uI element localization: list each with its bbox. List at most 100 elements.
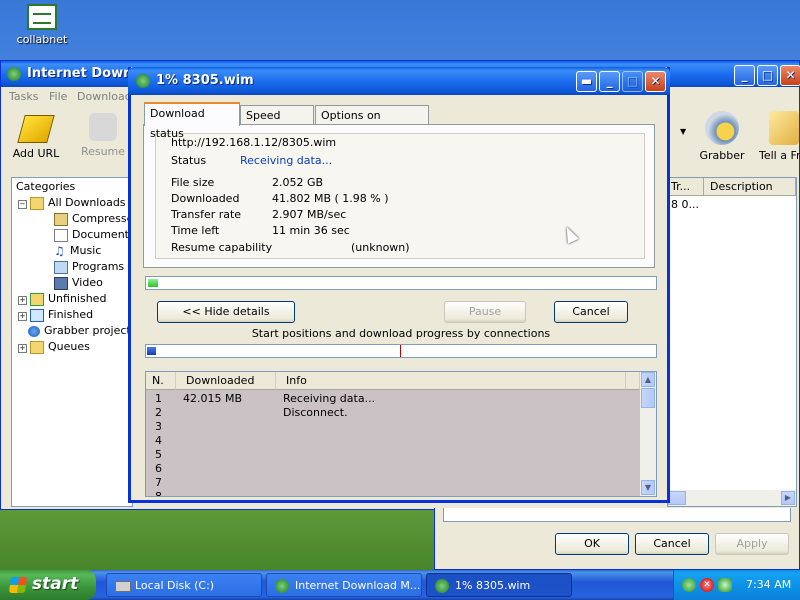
program-icon: [54, 260, 68, 274]
resume-icon: [89, 113, 117, 141]
table-row[interactable]: 5: [146, 448, 640, 462]
table-row[interactable]: 1 42.015 MB Receiving data...: [146, 392, 640, 406]
status-label: Status: [171, 154, 207, 167]
start-button[interactable]: start: [0, 570, 96, 600]
categories-tree: Categories − All Downloads Compresse Docu…: [11, 177, 135, 507]
column-header-tr[interactable]: Tr...: [668, 178, 704, 196]
pause-button[interactable]: Pause: [444, 301, 526, 323]
vscroll-thumb[interactable]: [641, 388, 655, 408]
grabber-button[interactable]: Grabber: [692, 107, 752, 162]
taskbar-item-download-8305[interactable]: 1% 8305.wim: [426, 573, 572, 597]
options-cancel-button[interactable]: Cancel: [635, 533, 709, 555]
tree-item-finished[interactable]: + Finished: [18, 308, 93, 324]
tree-item-programs[interactable]: Programs: [54, 260, 124, 276]
finished-check-icon: [30, 308, 44, 322]
transfer-rate-label: Transfer rate: [171, 208, 242, 221]
dialog-close-button[interactable]: ✕: [645, 71, 666, 92]
table-row[interactable]: 3: [146, 420, 640, 434]
dialog-maximize-button: □: [622, 71, 643, 92]
network-tray-icon[interactable]: [682, 578, 696, 592]
main-close-button[interactable]: ✕: [780, 65, 800, 86]
add-url-button[interactable]: Add URL: [6, 107, 66, 160]
idm-app-icon: [7, 67, 21, 81]
expand-icon[interactable]: +: [18, 296, 27, 305]
tell-a-friend-button[interactable]: Tell a Fri: [753, 107, 800, 162]
resume-button[interactable]: Resume: [73, 107, 133, 158]
dialog-minimize-button[interactable]: _: [599, 71, 620, 92]
tree-item-music[interactable]: ♫ Music: [54, 244, 101, 260]
tab-options-on-completion[interactable]: Options on completion: [315, 105, 429, 142]
windows-logo-icon: [8, 577, 28, 593]
security-alert-tray-icon[interactable]: ✕: [700, 578, 714, 592]
time-left-label: Time left: [171, 224, 220, 237]
connections-progress-bar: [145, 344, 657, 358]
table-row[interactable]: 7: [146, 476, 640, 490]
main-minimize-button[interactable]: _: [734, 65, 755, 86]
connections-vscrollbar[interactable]: ▲ ▼: [640, 372, 656, 496]
tree-item-unfinished[interactable]: + Unfinished: [18, 292, 106, 308]
table-row[interactable]: 6: [146, 462, 640, 476]
tab-download-status[interactable]: Download status: [144, 102, 240, 140]
tree-item-documents[interactable]: Documents: [54, 228, 135, 244]
column-header-info[interactable]: Info: [276, 372, 626, 390]
tree-item-grabber-projects[interactable]: Grabber project: [28, 324, 131, 340]
toolbar-dropdown-arrow-icon[interactable]: ▼: [680, 127, 686, 136]
ok-button[interactable]: OK: [555, 533, 629, 555]
desktop-icon-collabnet[interactable]: collabnet: [14, 4, 70, 46]
taskbar-item-local-disk[interactable]: Local Disk (C:): [106, 573, 262, 597]
cancel-button[interactable]: Cancel: [554, 301, 628, 323]
table-row[interactable]: 2 Disconnect.: [146, 406, 640, 420]
mouse-cursor-icon: [561, 224, 579, 244]
scroll-down-icon[interactable]: ▼: [641, 480, 655, 495]
connections-body: 1 42.015 MB Receiving data... 2 Disconnect.…: [146, 390, 640, 496]
apply-button[interactable]: Apply: [715, 533, 789, 555]
update-tray-icon[interactable]: [718, 578, 732, 592]
desktop-icon-label: collabnet: [16, 33, 68, 46]
idm-download-taskbar-icon: [435, 579, 449, 593]
menu-file[interactable]: File: [49, 90, 67, 103]
menu-tasks[interactable]: Tasks: [9, 90, 38, 103]
column-header-description[interactable]: Description: [704, 178, 796, 196]
column-header-n[interactable]: N.: [146, 372, 176, 390]
overall-progress-bar: [145, 276, 657, 290]
dialog-title-bar[interactable]: 1% 8305.wim ▬ _ □ ✕: [128, 67, 670, 95]
table-row[interactable]: 4: [146, 434, 640, 448]
scroll-right-icon[interactable]: ▶: [781, 491, 795, 505]
clock[interactable]: 7:34 AM: [746, 578, 791, 591]
dialog-title: 1% 8305.wim: [156, 73, 254, 88]
download-info-box: http://192.168.1.12/8305.wim Status Rece…: [155, 133, 645, 259]
tree-item-compressed[interactable]: Compresse: [54, 212, 133, 228]
main-maximize-button[interactable]: □: [757, 65, 778, 86]
list-cell-tr[interactable]: 8 0...: [671, 198, 699, 211]
downloaded-value: 41.802 MB ( 1.98 % ): [272, 192, 389, 205]
tab-speed-limiter[interactable]: Speed Limiter: [240, 105, 314, 142]
resume-capability-value: (unknown): [351, 241, 410, 254]
connections-table: N. Downloaded Info 1 42.015 MB Receiving d…: [145, 371, 657, 497]
connection-2-marker: [400, 345, 401, 357]
tree-item-queues[interactable]: + Queues: [18, 340, 90, 356]
music-note-icon: ♫: [54, 243, 65, 258]
hscroll-thumb[interactable]: [668, 491, 686, 505]
grabber-icon: [705, 111, 739, 145]
scroll-up-icon[interactable]: ▲: [641, 372, 655, 387]
expand-icon[interactable]: +: [18, 344, 27, 353]
tree-item-all-downloads[interactable]: − All Downloads: [18, 196, 126, 212]
folder-open-icon: [30, 196, 44, 210]
column-header-downloaded[interactable]: Downloaded: [176, 372, 276, 390]
table-row[interactable]: 8: [146, 490, 640, 496]
collapse-icon[interactable]: −: [18, 200, 27, 209]
tree-item-video[interactable]: Video: [54, 276, 103, 292]
download-status-panel: http://192.168.1.12/8305.wim Status Rece…: [143, 124, 655, 268]
expand-icon[interactable]: +: [18, 312, 27, 321]
dialog-tray-button[interactable]: ▬: [576, 71, 597, 92]
system-tray: ✕ 7:34 AM: [673, 570, 800, 600]
options-dialog: OK Cancel Apply: [434, 508, 800, 570]
list-hscrollbar[interactable]: ▶: [668, 490, 796, 506]
taskbar-item-internet-download-manager[interactable]: Internet Download M...: [266, 573, 422, 597]
download-progress-dialog: 1% 8305.wim ▬ _ □ ✕ Download status Spee…: [128, 67, 670, 503]
status-value: Receiving data...: [240, 154, 333, 167]
add-url-icon: [17, 115, 55, 143]
hide-details-button[interactable]: << Hide details: [157, 301, 295, 323]
idm-dialog-icon: [136, 74, 150, 88]
archive-icon: [54, 212, 68, 226]
